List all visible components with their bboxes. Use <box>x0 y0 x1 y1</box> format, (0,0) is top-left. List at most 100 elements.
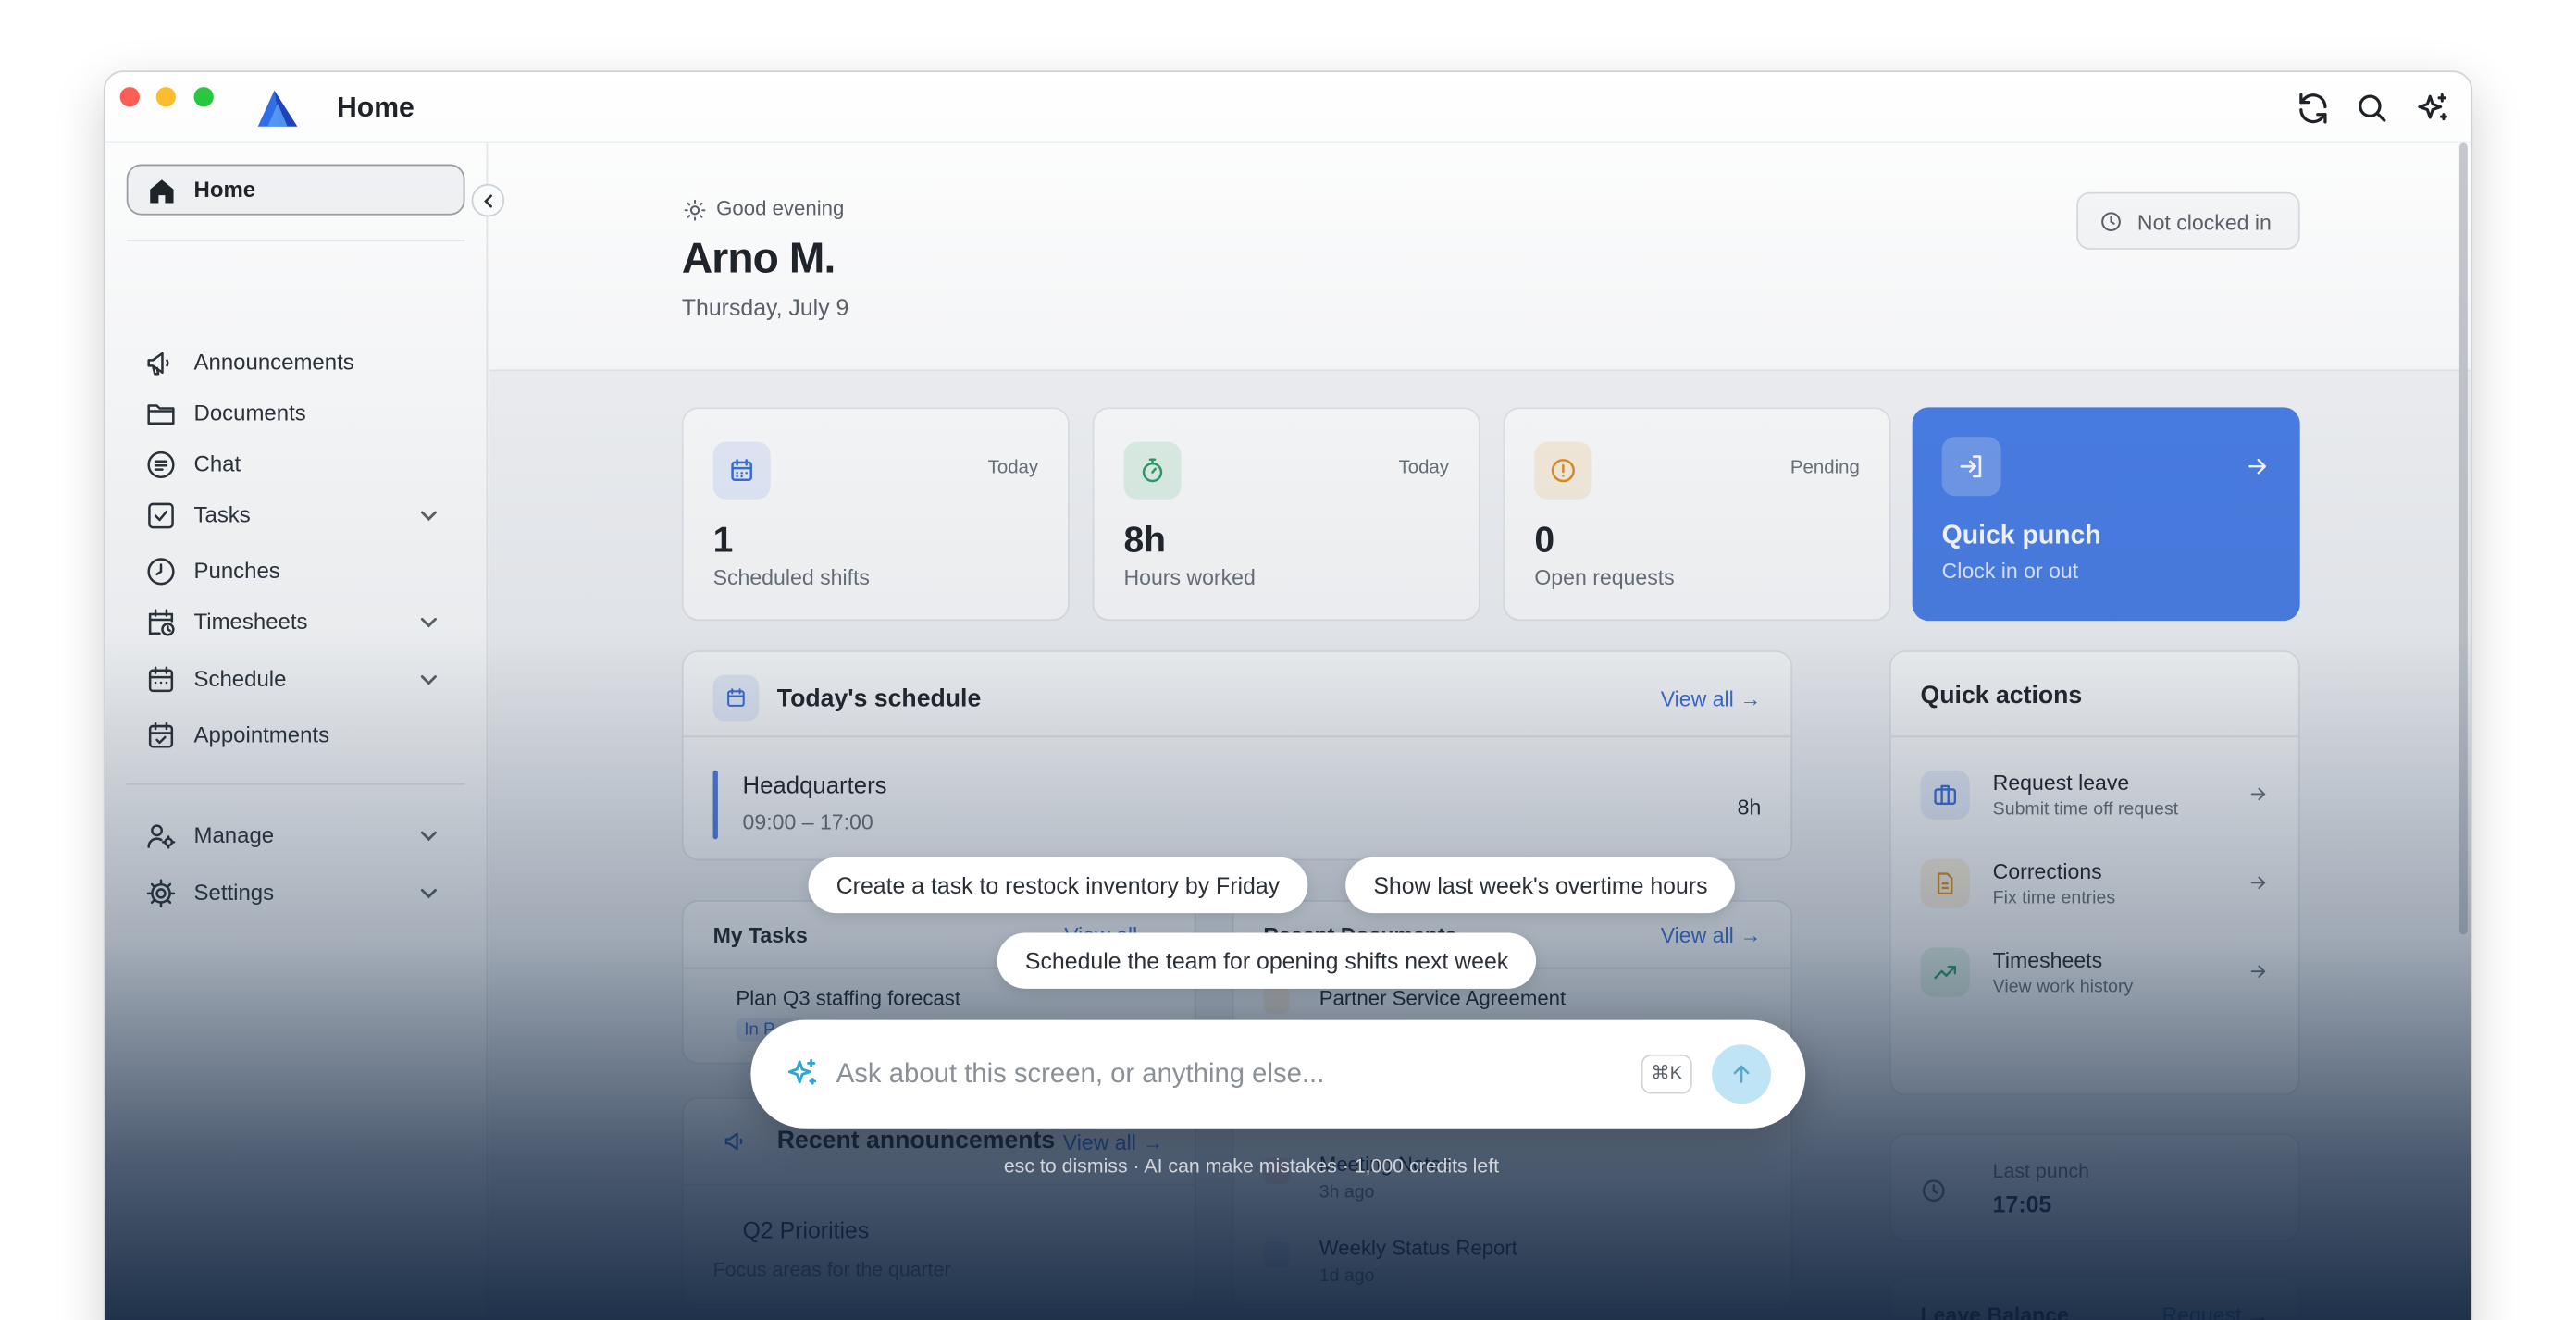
megaphone-icon <box>147 352 169 376</box>
view-all-label: View all <box>1660 686 1734 711</box>
schedule-view-all-link[interactable]: View all → <box>1661 686 1762 711</box>
quick-action-request-leave[interactable]: Request leave Submit time off request <box>1891 750 2298 839</box>
stat-caption: Hours worked <box>1123 564 1256 590</box>
arrow-up-icon <box>1733 1065 1750 1083</box>
stopwatch-icon <box>1142 458 1163 483</box>
clock-status-label: Not clocked in <box>2136 210 2272 235</box>
quick-action-subtitle: Submit time off request <box>1992 799 2179 820</box>
quick-action-timesheets[interactable]: Timesheets View work history <box>1891 928 2298 1017</box>
document-title[interactable]: Weekly Status Report <box>1319 1237 1517 1260</box>
sidebar-item-label: Punches <box>193 558 280 584</box>
sidebar-item-label: Chat <box>193 451 242 476</box>
ai-suggestion-chip[interactable]: Schedule the team for opening shifts nex… <box>997 932 1537 989</box>
sidebar-item-appointments[interactable]: Appointments <box>127 713 465 759</box>
refresh-icon[interactable] <box>2295 91 2331 127</box>
announcement-title[interactable]: Q2 Priorities <box>743 1217 870 1243</box>
document-icon <box>1937 872 1953 895</box>
panel-title: Leave Balance <box>1920 1301 2069 1320</box>
stat-value: 1 <box>712 519 734 561</box>
chevron-down-icon[interactable] <box>419 883 439 903</box>
dashboard-header: Good evening Arno M. Thursday, July 9 No… <box>489 142 2471 372</box>
alert-icon-box <box>1534 441 1592 500</box>
chevron-down-icon[interactable] <box>419 506 439 525</box>
task-title[interactable]: Plan Q3 staffing forecast <box>736 987 960 1010</box>
sidebar-item-label: Timesheets <box>193 609 308 635</box>
briefcase-icon <box>1934 784 1957 805</box>
sidebar-item-label: Appointments <box>193 722 330 747</box>
last-punch-label: Last punch <box>1992 1159 2089 1183</box>
chevron-down-icon[interactable] <box>419 612 439 632</box>
stat-card-hours-worked[interactable]: Today 8h Hours worked <box>1092 407 1480 622</box>
stat-caption: Open requests <box>1534 564 1675 590</box>
panel-divider <box>683 1184 1195 1186</box>
sidebar-collapse-button[interactable] <box>471 183 505 217</box>
sidebar-item-timesheets[interactable]: Timesheets <box>127 599 465 646</box>
chat-icon <box>147 450 175 479</box>
documents-view-all-link[interactable]: View all → <box>1661 923 1762 948</box>
shift-location: Headquarters <box>742 773 887 800</box>
search-icon[interactable] <box>2354 91 2390 127</box>
quick-action-title: Request leave <box>1992 770 2130 796</box>
quick-punch-card[interactable]: Quick punch Clock in or out <box>1912 407 2300 622</box>
login-icon-box <box>1941 437 2001 497</box>
main-scrollbar[interactable] <box>2458 142 2468 935</box>
shortcut-hint: ⌘K <box>1641 1054 1692 1094</box>
ai-suggestion-chip[interactable]: Show last week's overtime hours <box>1345 857 1736 914</box>
document-icon <box>1263 987 1290 1014</box>
stat-tag: Today <box>1398 458 1449 478</box>
ai-suggestion-chip[interactable]: Create a task to restock inventory by Fr… <box>808 857 1308 914</box>
window-zoom-button[interactable] <box>193 87 214 107</box>
users-gear-icon <box>147 824 176 849</box>
ai-send-button[interactable] <box>1712 1044 1771 1104</box>
quick-punch-title: Quick punch <box>1941 522 2101 550</box>
quick-actions-panel: Quick actions Request leave Submit time … <box>1889 650 2300 1096</box>
user-name: Arno M. <box>681 233 836 283</box>
window-close-button[interactable] <box>119 87 140 107</box>
sidebar-item-settings[interactable]: Settings <box>127 870 465 917</box>
sidebar-item-announcements[interactable]: Announcements <box>127 340 465 387</box>
calendar-icon-box <box>712 441 771 500</box>
sidebar-item-label: Manage <box>193 822 275 848</box>
announcements-view-all-link[interactable]: View all → <box>1063 1130 1164 1155</box>
last-punch-time: 17:05 <box>1992 1190 2052 1217</box>
leave-request-link[interactable]: Request → <box>2161 1302 2268 1320</box>
quick-action-subtitle: Fix time entries <box>1992 888 2116 908</box>
quick-action-corrections[interactable]: Corrections Fix time entries <box>1891 839 2298 928</box>
document-title[interactable]: Partner Service Agreement <box>1319 987 1566 1010</box>
stat-caption: Scheduled shifts <box>712 564 870 590</box>
login-icon <box>1960 455 1982 478</box>
shift-hours: 8h <box>1737 795 1762 820</box>
sidebar-item-home[interactable]: Home <box>126 164 465 216</box>
view-all-label: View all <box>1062 1129 1136 1155</box>
stat-tag: Today <box>987 458 1039 478</box>
ai-prompt-input[interactable] <box>836 1053 1527 1096</box>
calendar-icon-box <box>712 674 760 722</box>
document-icon <box>1263 1241 1290 1268</box>
gear-icon <box>146 879 176 908</box>
clock-status-button[interactable]: Not clocked in <box>2076 191 2300 250</box>
sidebar-item-schedule[interactable]: Schedule <box>127 657 465 703</box>
window-minimize-button[interactable] <box>155 87 176 107</box>
stat-card-open-requests[interactable]: Pending 0 Open requests <box>1503 407 1891 622</box>
shift-time: 09:00 – 17:00 <box>742 809 873 834</box>
sidebar-item-tasks[interactable]: Tasks <box>127 493 465 539</box>
leave-request-label: Request <box>2161 1301 2242 1320</box>
main-content: Good evening Arno M. Thursday, July 9 No… <box>489 142 2471 1320</box>
title-bar: Home <box>105 72 2471 143</box>
screen: Home Home Announcements Documents Chat T… <box>0 0 2576 1320</box>
home-icon <box>150 179 174 204</box>
sidebar-divider <box>126 783 465 785</box>
sidebar-item-punches[interactable]: Punches <box>127 549 465 595</box>
sidebar-item-manage[interactable]: Manage <box>127 813 465 859</box>
chevron-down-icon[interactable] <box>419 670 439 689</box>
stat-card-scheduled-shifts[interactable]: Today 1 Scheduled shifts <box>681 407 1070 622</box>
chevron-down-icon[interactable] <box>419 826 439 845</box>
document-meta: 1d ago <box>1319 1265 1375 1287</box>
sidebar-item-label: Settings <box>193 880 275 906</box>
sidebar-item-chat[interactable]: Chat <box>127 442 465 488</box>
shift-indicator <box>712 770 718 840</box>
sidebar-item-documents[interactable]: Documents <box>127 391 465 438</box>
recent-announcements-panel: Recent announcements View all → Q2 Prior… <box>681 1097 1196 1311</box>
ai-sparkle-icon[interactable] <box>2415 91 2451 127</box>
todays-schedule-panel: Today's schedule View all → Headquarters… <box>681 650 1793 861</box>
